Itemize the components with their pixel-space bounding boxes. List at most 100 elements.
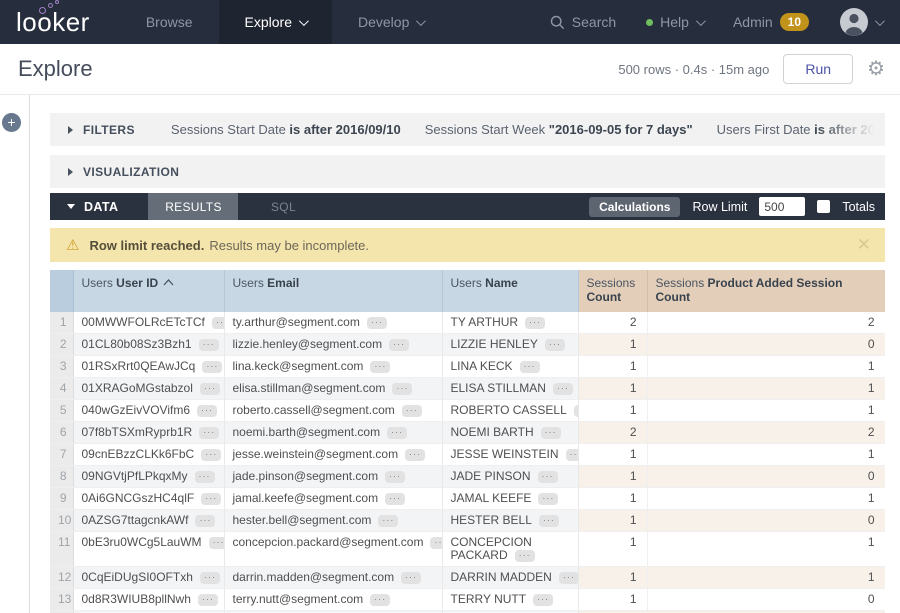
- cell-menu-button[interactable]: ···: [553, 383, 573, 395]
- cell-menu-button[interactable]: ···: [201, 449, 221, 461]
- add-button[interactable]: +: [2, 113, 21, 132]
- table-cell-measure[interactable]: 1: [578, 334, 647, 356]
- cell-menu-button[interactable]: ···: [195, 515, 215, 527]
- looker-logo[interactable]: looker: [0, 0, 120, 44]
- cell-menu-button[interactable]: ···: [545, 339, 565, 351]
- cell-menu-button[interactable]: ···: [574, 405, 578, 417]
- table-cell-measure[interactable]: 1: [647, 532, 885, 567]
- cell-menu-button[interactable]: ···: [385, 471, 405, 483]
- nav-item-browse[interactable]: Browse: [120, 0, 219, 44]
- column-header-email[interactable]: Users Email: [224, 270, 442, 312]
- column-header-name[interactable]: Users Name: [442, 270, 578, 312]
- table-cell-measure[interactable]: 0: [647, 510, 885, 532]
- cell-value: concepcion.packard@segment.com: [233, 535, 424, 549]
- cell-menu-button[interactable]: ···: [541, 427, 561, 439]
- cell-menu-button[interactable]: ···: [378, 515, 398, 527]
- cell-menu-button[interactable]: ···: [539, 515, 559, 527]
- nav-admin[interactable]: Admin 10: [733, 13, 809, 31]
- cell-menu-button[interactable]: ···: [212, 317, 224, 329]
- column-header-product-added-session-count[interactable]: Sessions Product Added Session Count: [647, 270, 885, 312]
- cell-menu-button[interactable]: ···: [200, 383, 220, 395]
- visualization-panel[interactable]: VISUALIZATION: [50, 155, 885, 188]
- table-cell-measure[interactable]: 1: [578, 378, 647, 400]
- cell-menu-button[interactable]: ···: [402, 405, 422, 417]
- totals-checkbox[interactable]: [817, 200, 830, 213]
- table-cell-measure[interactable]: 0: [647, 466, 885, 488]
- table-row: 709cnEBzzCLKk6FbC···jesse.weinstein@segm…: [50, 444, 885, 466]
- table-cell-measure[interactable]: 1: [578, 589, 647, 611]
- table-cell-measure[interactable]: 1: [647, 488, 885, 510]
- cell-menu-button[interactable]: ···: [566, 449, 578, 461]
- cell-menu-button[interactable]: ···: [559, 572, 578, 584]
- nav-item-explore[interactable]: Explore: [219, 0, 332, 44]
- run-button[interactable]: Run: [783, 54, 853, 84]
- table-cell-measure[interactable]: 1: [647, 356, 885, 378]
- cell-menu-button[interactable]: ···: [405, 449, 425, 461]
- filters-panel[interactable]: FILTERS Sessions Start Date is after 201…: [50, 113, 885, 146]
- cell-menu-button[interactable]: ···: [387, 427, 407, 439]
- table-cell-measure[interactable]: 1: [578, 466, 647, 488]
- cell-menu-button[interactable]: ···: [200, 572, 220, 584]
- cell-menu-button[interactable]: ···: [520, 361, 540, 373]
- cell-menu-button[interactable]: ···: [538, 493, 558, 505]
- table-cell-measure[interactable]: 1: [647, 567, 885, 589]
- table-cell-measure[interactable]: 2: [647, 422, 885, 444]
- column-header-count[interactable]: Sessions Count: [578, 270, 647, 312]
- cell-menu-button[interactable]: ···: [389, 339, 409, 351]
- nav-search[interactable]: Search: [550, 14, 616, 30]
- cell-menu-button[interactable]: ···: [538, 471, 558, 483]
- data-section-toggle[interactable]: DATA: [50, 193, 148, 220]
- cell-menu-button[interactable]: ···: [199, 339, 219, 351]
- cell-menu-button[interactable]: ···: [515, 550, 535, 562]
- table-cell-measure[interactable]: 1: [647, 400, 885, 422]
- cell-menu-button[interactable]: ···: [392, 383, 412, 395]
- cell-value: elisa.stillman@segment.com: [233, 381, 386, 395]
- cell-menu-button[interactable]: ···: [430, 537, 442, 549]
- user-menu[interactable]: [839, 7, 882, 37]
- table-cell-measure[interactable]: 1: [578, 444, 647, 466]
- close-icon[interactable]: ✕: [857, 235, 871, 255]
- cell-menu-button[interactable]: ···: [401, 572, 421, 584]
- cell-menu-button[interactable]: ···: [199, 427, 219, 439]
- table-cell-measure[interactable]: 1: [578, 567, 647, 589]
- gear-icon[interactable]: ⚙: [867, 59, 885, 79]
- visualization-title: VISUALIZATION: [83, 165, 179, 179]
- column-header-user-id[interactable]: Users User ID: [73, 270, 224, 312]
- tab-results[interactable]: RESULTS: [148, 193, 238, 220]
- table-cell-measure[interactable]: 1: [647, 378, 885, 400]
- table-cell-measure[interactable]: 1: [578, 510, 647, 532]
- expanded-arrow-icon: [67, 204, 75, 209]
- table-cell-measure[interactable]: 2: [647, 312, 885, 334]
- cell-menu-button[interactable]: ···: [201, 493, 221, 505]
- row-limit-input[interactable]: [759, 197, 805, 216]
- row-number: 5: [50, 400, 73, 422]
- cell-menu-button[interactable]: ···: [525, 317, 545, 329]
- filter-item[interactable]: Sessions Start Week "2016-09-05 for 7 da…: [425, 122, 693, 137]
- table-cell-measure[interactable]: 2: [578, 312, 647, 334]
- avatar: [839, 7, 869, 37]
- cell-menu-button[interactable]: ···: [195, 471, 215, 483]
- cell-menu-button[interactable]: ···: [198, 594, 218, 606]
- table-cell-measure[interactable]: 1: [578, 400, 647, 422]
- filter-item[interactable]: Sessions Start Date is after 2016/09/10: [171, 122, 401, 137]
- nav-help[interactable]: Help: [646, 14, 703, 30]
- cell-menu-button[interactable]: ···: [209, 537, 224, 549]
- cell-menu-button[interactable]: ···: [533, 594, 553, 606]
- cell-menu-button[interactable]: ···: [385, 493, 405, 505]
- table-cell-measure[interactable]: 0: [647, 334, 885, 356]
- table-cell-measure[interactable]: 1: [578, 488, 647, 510]
- table-cell-measure[interactable]: 2: [578, 422, 647, 444]
- cell-menu-button[interactable]: ···: [370, 361, 390, 373]
- cell-menu-button[interactable]: ···: [367, 317, 387, 329]
- table-cell-measure[interactable]: 1: [578, 356, 647, 378]
- table-cell-measure[interactable]: 0: [647, 589, 885, 611]
- calculations-button[interactable]: Calculations: [589, 197, 680, 217]
- table-cell-measure[interactable]: 1: [647, 444, 885, 466]
- filter-item[interactable]: Users First Date is after 2016/09/10: [717, 122, 885, 137]
- cell-menu-button[interactable]: ···: [197, 405, 217, 417]
- cell-menu-button[interactable]: ···: [202, 361, 222, 373]
- table-cell-measure[interactable]: 1: [578, 532, 647, 567]
- cell-menu-button[interactable]: ···: [370, 594, 390, 606]
- tab-sql[interactable]: SQL: [238, 193, 328, 220]
- nav-item-develop[interactable]: Develop: [332, 0, 449, 44]
